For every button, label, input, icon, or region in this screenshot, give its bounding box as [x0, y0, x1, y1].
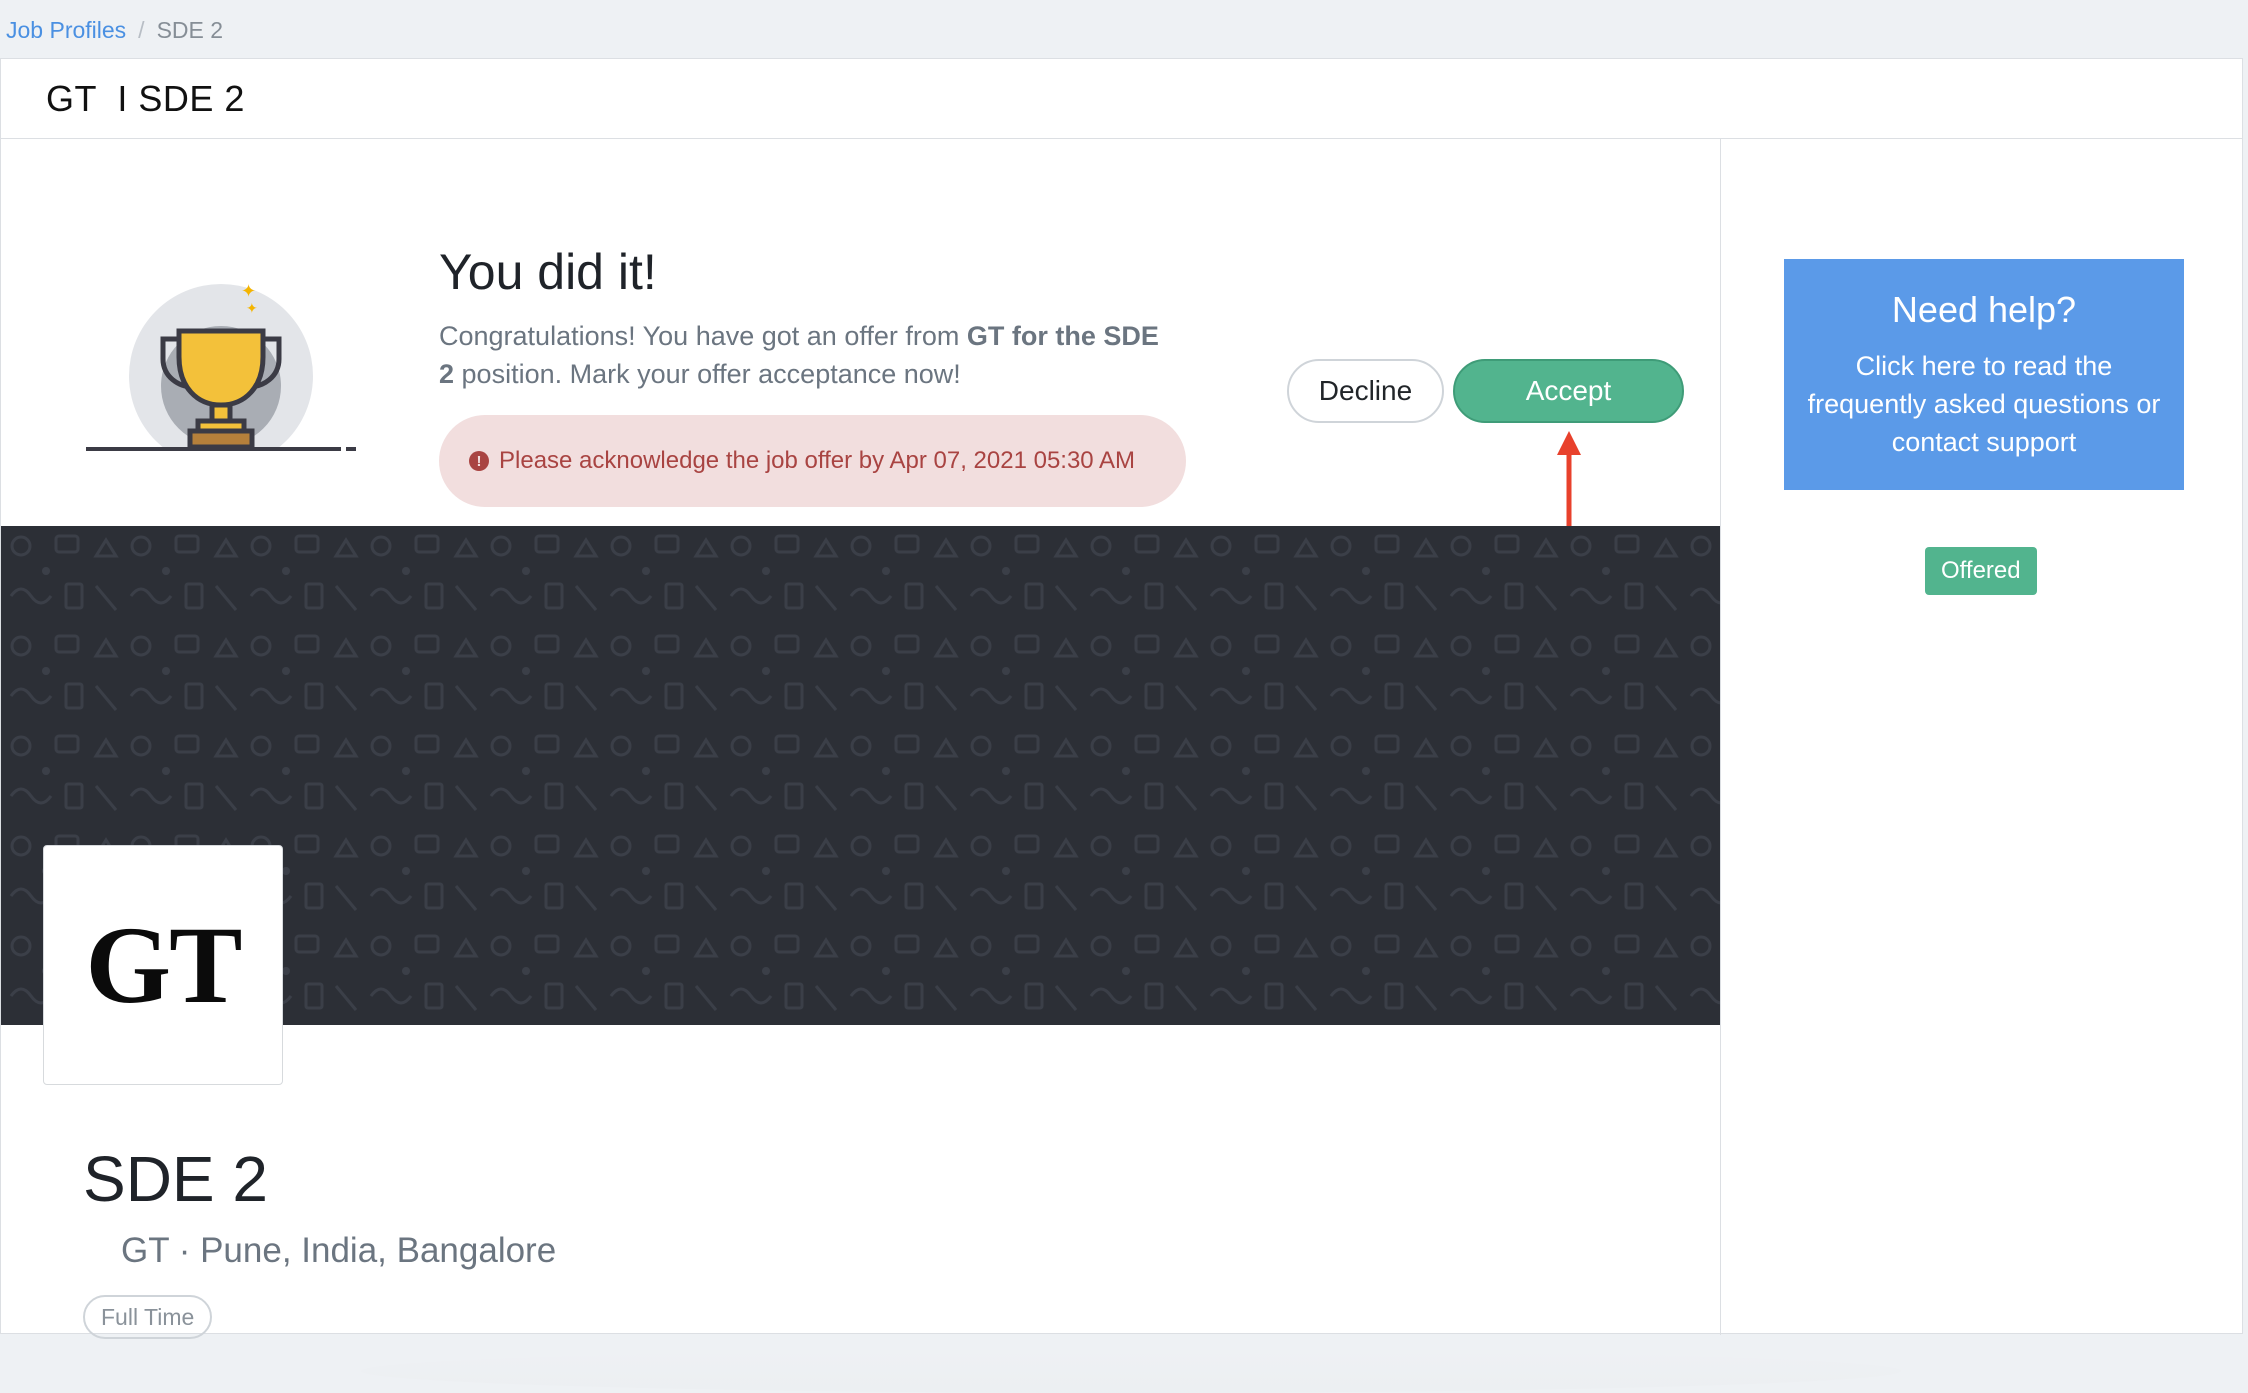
need-help-body: Click here to read the frequently asked … — [1807, 351, 2161, 457]
offer-message-prefix: Congratulations! You have got an offer f… — [439, 321, 967, 351]
need-help-card[interactable]: Need help? Click here to read the freque… — [1784, 259, 2184, 490]
offer-message-suffix: position. Mark your offer acceptance now… — [454, 359, 961, 389]
job-company-location: GT · Pune, India, Bangalore — [121, 1231, 557, 1270]
deadline-alert: ! Please acknowledge the job offer by Ap… — [439, 415, 1186, 507]
job-title: SDE 2 — [83, 1143, 268, 1215]
breadcrumb-link-job-profiles[interactable]: Job Profiles — [6, 17, 126, 44]
offer-message: Congratulations! You have got an offer f… — [439, 317, 1179, 393]
employment-type-tag: Full Time — [83, 1295, 213, 1339]
svg-text:✦: ✦ — [241, 281, 256, 302]
offer-message-middle: for the — [1004, 321, 1104, 351]
scroll-shadow — [361, 1349, 1901, 1393]
status-badge: Offered — [1925, 547, 2037, 595]
job-profile-panel: GT I SDE 2 ✦ ✦ You did it! Congratulatio… — [0, 58, 2243, 1393]
column-divider — [1720, 139, 1721, 1335]
breadcrumb-separator: / — [138, 16, 145, 43]
breadcrumb-current: SDE 2 — [156, 16, 224, 43]
offer-title: You did it! — [439, 244, 657, 300]
panel-header: GT I SDE 2 — [1, 59, 2242, 139]
accept-button[interactable]: Accept — [1453, 359, 1684, 423]
decline-button[interactable]: Decline — [1287, 359, 1444, 423]
company-logo: GT — [43, 845, 283, 1085]
breadcrumb: Job Profiles / SDE 2 — [6, 14, 223, 46]
offer-section: ✦ ✦ You did it! Congratulations! You hav… — [1, 139, 1720, 555]
svg-text:✦: ✦ — [246, 301, 258, 317]
need-help-title: Need help? — [1891, 289, 2077, 330]
offer-company: GT — [966, 321, 1005, 351]
page-title: GT I SDE 2 — [46, 78, 245, 119]
company-logo-text: GT — [85, 903, 243, 1026]
trophy-icon: ✦ ✦ — [86, 281, 356, 451]
deadline-alert-text: Please acknowledge the job offer by Apr … — [499, 447, 1135, 474]
exclamation-circle-icon: ! — [469, 451, 489, 471]
